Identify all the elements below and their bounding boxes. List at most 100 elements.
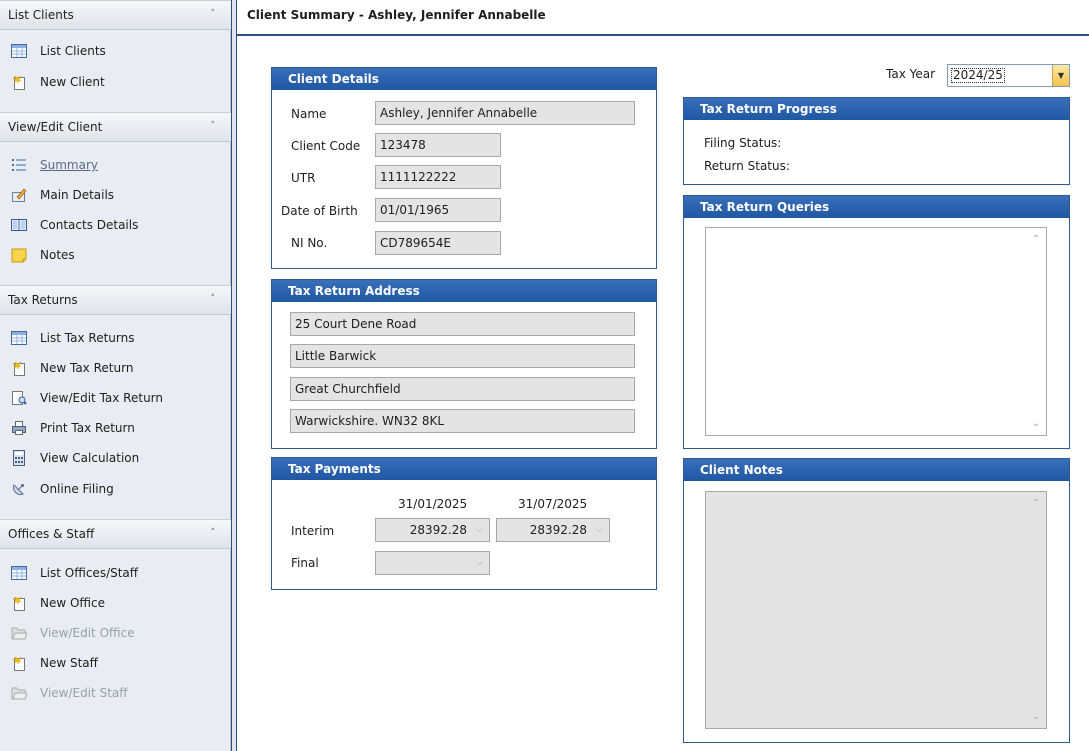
book-icon [10, 216, 28, 234]
return-status-label: Return Status: [704, 159, 790, 173]
grid-icon [10, 564, 28, 582]
address-line-2[interactable]: Little Barwick [290, 344, 635, 368]
calculator-icon [10, 449, 28, 467]
chevron-down-icon[interactable]: ⌵ [476, 558, 483, 568]
nav-label: New Client [40, 75, 105, 89]
chevron-up-icon: ˄ [210, 9, 216, 19]
panel-title: Tax Return Progress [684, 98, 1069, 120]
nav-label: List Tax Returns [40, 331, 135, 345]
panel-title: Tax Return Queries [684, 196, 1069, 218]
new-doc-icon [10, 654, 28, 672]
nav-summary[interactable]: Summary [10, 154, 98, 176]
nav-new-staff[interactable]: New Staff [10, 652, 98, 674]
filing-status-label: Filing Status: [704, 136, 782, 150]
nav-label: Print Tax Return [40, 421, 135, 435]
nav-label: View Calculation [40, 451, 140, 465]
nav-print-tax-return[interactable]: Print Tax Return [10, 417, 135, 439]
scroll-up-icon[interactable]: ⌃ [1032, 498, 1040, 509]
scroll-down-icon[interactable]: ⌄ [1032, 711, 1040, 722]
nav-main-details[interactable]: Main Details [10, 184, 114, 206]
nav-view-edit-office[interactable]: View/Edit Office [10, 622, 135, 644]
client-code-label: Client Code [291, 139, 361, 153]
group-title: Offices & Staff [8, 527, 95, 541]
nav-label: List Clients [40, 44, 106, 58]
address-line-3[interactable]: Great Churchfield [290, 377, 635, 401]
nav-label: View/Edit Office [40, 626, 135, 640]
group-header-list-clients[interactable]: List Clients ˄ [0, 0, 231, 30]
group-title: List Clients [8, 8, 74, 22]
nav-label: New Office [40, 596, 106, 610]
nav-new-office[interactable]: New Office [10, 592, 105, 614]
view-edit-icon [10, 389, 28, 407]
page-title: Client Summary - Ashley, Jennifer Annabe… [247, 8, 546, 22]
interim-label: Interim [291, 524, 335, 538]
group-header-tax-returns[interactable]: Tax Returns ˄ [0, 285, 231, 315]
final-label: Final [291, 556, 319, 570]
nav-label: View/Edit Staff [40, 686, 128, 700]
address-line-4[interactable]: Warwickshire. WN32 8KL [290, 409, 635, 433]
printer-icon [10, 419, 28, 437]
nav-view-edit-staff[interactable]: View/Edit Staff [10, 682, 128, 704]
interim-2-combo[interactable]: 28392.28 ⌵ [496, 518, 610, 542]
utr-field[interactable]: 1111122222 [375, 165, 501, 189]
satellite-icon [10, 480, 28, 498]
nav-label: New Staff [40, 656, 98, 670]
address-line-1[interactable]: 25 Court Dene Road [290, 312, 635, 336]
scroll-up-icon[interactable]: ⌃ [1032, 234, 1040, 245]
group-header-view-edit-client[interactable]: View/Edit Client ˄ [0, 112, 231, 142]
nav-new-client[interactable]: New Client [10, 71, 105, 93]
name-label: Name [291, 107, 327, 121]
dob-field[interactable]: 01/01/1965 [375, 198, 501, 222]
nav-label: New Tax Return [40, 361, 134, 375]
nav-label: Summary [40, 158, 98, 172]
nav-online-filing[interactable]: Online Filing [10, 478, 114, 500]
group-title: Tax Returns [8, 293, 78, 307]
nav-label: Main Details [40, 188, 115, 202]
scroll-down-icon[interactable]: ⌄ [1032, 418, 1040, 429]
folder-open-icon [10, 684, 28, 702]
interim-1-combo[interactable]: 28392.28 ⌵ [375, 518, 490, 542]
final-1-combo[interactable]: ⌵ [375, 551, 490, 575]
panel-title: Tax Payments [272, 458, 656, 480]
sidebar: List Clients ˄ List Clients New Client V… [0, 0, 231, 751]
nav-view-calculation[interactable]: View Calculation [10, 447, 139, 469]
nav-label: Online Filing [40, 482, 114, 496]
notes-textarea[interactable]: ⌃ ⌄ [705, 491, 1047, 729]
nav-list-tax-returns[interactable]: List Tax Returns [10, 327, 134, 349]
payment-date-1: 31/01/2025 [398, 497, 468, 511]
nav-list-offices-staff[interactable]: List Offices/Staff [10, 562, 138, 584]
nav-list-clients[interactable]: List Clients [10, 40, 106, 62]
folder-open-icon [10, 624, 28, 642]
edit-icon [10, 186, 28, 204]
interim-1-value: 28392.28 [409, 523, 467, 537]
panel-title: Tax Return Address [272, 280, 656, 302]
client-code-field[interactable]: 123478 [375, 133, 501, 157]
group-header-offices-staff[interactable]: Offices & Staff ˄ [0, 519, 231, 549]
new-doc-icon [10, 594, 28, 612]
note-icon [10, 246, 28, 264]
ni-label: NI No. [291, 236, 328, 250]
panel-title: Client Details [272, 68, 656, 90]
grid-icon [10, 42, 28, 60]
nav-label: List Offices/Staff [40, 566, 139, 580]
nav-label: Contacts Details [40, 218, 139, 232]
chevron-down-icon[interactable]: ⌵ [476, 525, 483, 535]
nav-notes[interactable]: Notes [10, 244, 75, 266]
chevron-up-icon: ˄ [210, 528, 216, 538]
interim-2-value: 28392.28 [529, 523, 587, 537]
chevron-down-icon[interactable]: ⌵ [596, 525, 603, 535]
group-title: View/Edit Client [8, 120, 103, 134]
ni-field[interactable]: CD789654E [375, 231, 501, 255]
grid-icon [10, 329, 28, 347]
list-icon [10, 156, 28, 174]
tax-year-select[interactable]: 2024/25 ▼ [947, 64, 1070, 87]
nav-view-edit-tax-return[interactable]: View/Edit Tax Return [10, 387, 163, 409]
chevron-up-icon: ˄ [210, 121, 216, 131]
name-field[interactable]: Ashley, Jennifer Annabelle [375, 101, 635, 125]
nav-new-tax-return[interactable]: New Tax Return [10, 357, 133, 379]
queries-textarea[interactable]: ⌃ ⌄ [705, 227, 1047, 436]
panel-title: Client Notes [684, 459, 1069, 481]
chevron-down-icon[interactable]: ▼ [1052, 65, 1069, 86]
nav-contacts-details[interactable]: Contacts Details [10, 214, 138, 236]
new-doc-icon [10, 73, 28, 91]
